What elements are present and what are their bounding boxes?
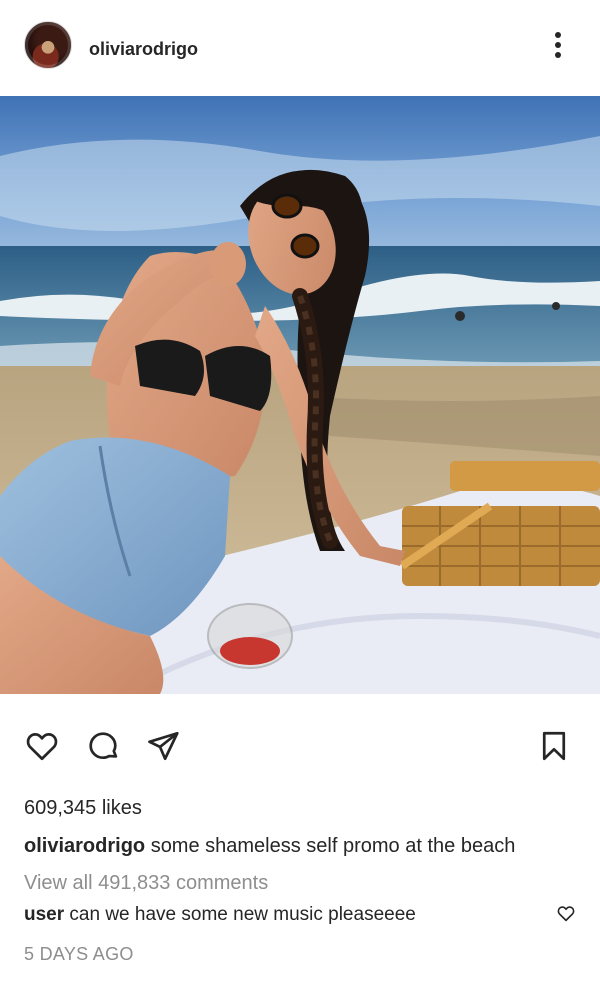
view-all-comments-link[interactable]: View all 491,833 comments xyxy=(24,872,268,895)
share-icon[interactable] xyxy=(145,728,181,764)
comment-username[interactable]: user xyxy=(24,904,64,925)
comment-text: can we have some new music pleaseeee xyxy=(69,904,416,925)
post-caption: oliviarodrigo some shameless self promo … xyxy=(24,835,515,858)
post-timestamp: 5 DAYS AGO xyxy=(24,944,134,964)
profile-avatar[interactable] xyxy=(24,21,72,69)
post-author-username[interactable]: oliviarodrigo xyxy=(89,39,198,60)
bookmark-icon[interactable] xyxy=(536,728,572,764)
more-options-icon[interactable] xyxy=(548,30,568,60)
comment-icon[interactable] xyxy=(85,728,121,764)
post-actions xyxy=(0,694,600,800)
post-image[interactable] xyxy=(0,96,600,694)
comment-heart-icon[interactable] xyxy=(556,904,576,922)
heart-icon[interactable] xyxy=(24,728,60,764)
post-header: oliviarodrigo xyxy=(0,0,600,96)
caption-text: some shameless self promo at the beach xyxy=(150,835,516,857)
like-count[interactable]: 609,345 likes xyxy=(24,797,142,820)
caption-username[interactable]: oliviarodrigo xyxy=(24,835,145,857)
comment-item: user can we have some new music pleaseee… xyxy=(24,904,416,926)
